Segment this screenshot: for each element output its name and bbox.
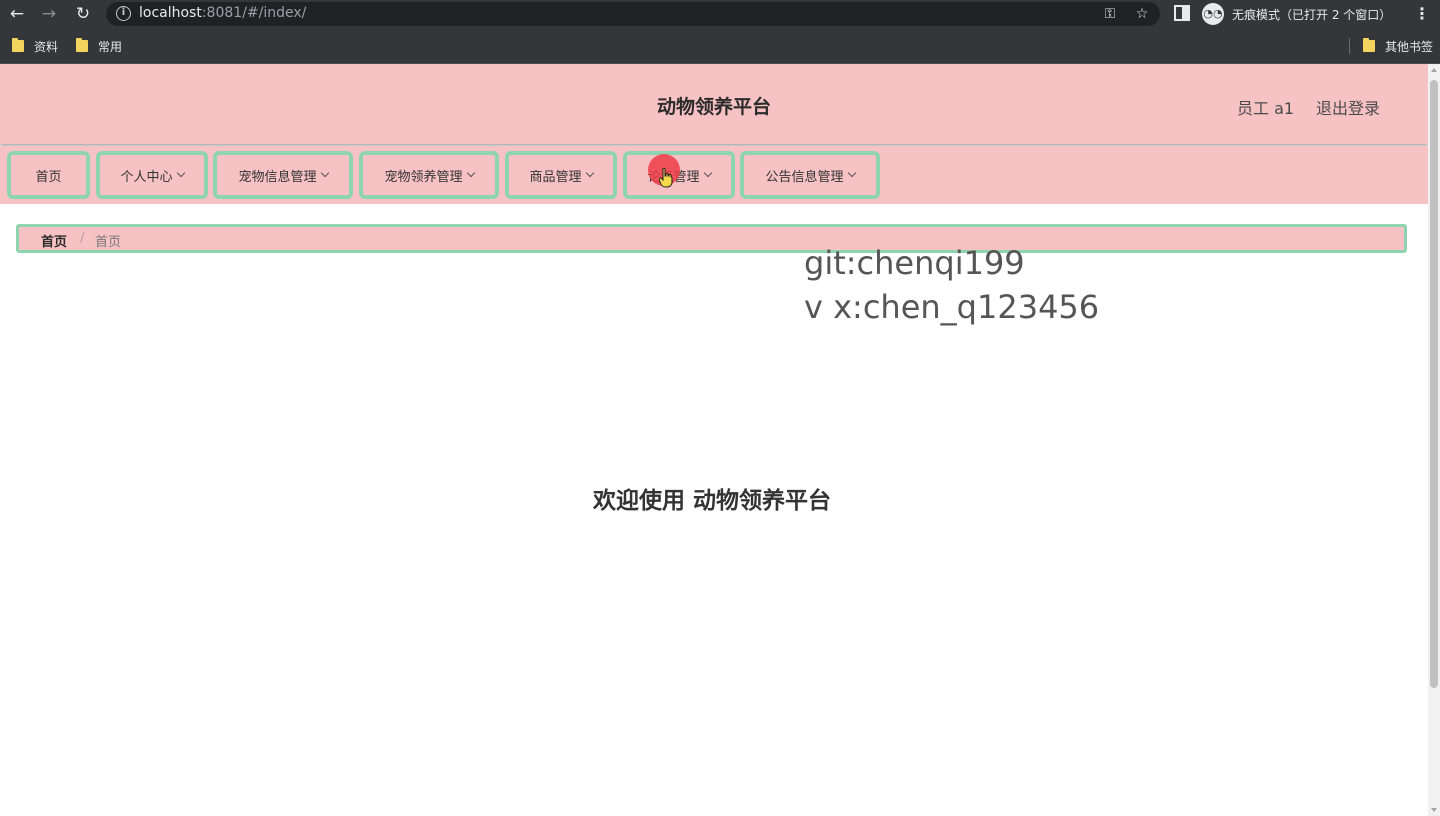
- bookmark-label: 常用: [98, 39, 123, 54]
- scroll-up-arrow-icon[interactable]: [1431, 68, 1437, 72]
- forward-icon[interactable]: →: [38, 3, 60, 25]
- bookmark-label: 资料: [34, 39, 59, 54]
- bookmark-star-icon[interactable]: ☆: [1132, 4, 1152, 24]
- watermark-line-1: git:chenqi199: [804, 244, 1025, 282]
- folder-icon: [76, 38, 88, 52]
- chevron-down-icon: [703, 168, 712, 178]
- hand-cursor-icon: [659, 168, 673, 188]
- breadcrumb-home[interactable]: 首页: [41, 231, 67, 250]
- breadcrumb-separator: /: [80, 231, 85, 246]
- url-host: localhost: [139, 5, 202, 21]
- menu-item-pet-info[interactable]: 宠物信息管理: [213, 151, 353, 199]
- chevron-down-icon: [585, 168, 594, 178]
- menu-label: 个人中心: [120, 169, 173, 185]
- back-icon[interactable]: ←: [6, 3, 28, 25]
- other-bookmarks[interactable]: 其他书签: [1363, 37, 1433, 55]
- reload-icon[interactable]: ↻: [72, 3, 94, 25]
- menu-label: 公告信息管理: [765, 169, 844, 185]
- browser-toolbar: ← → ↻ i localhost:8081/#/index/ ⚿ ☆ ◔◔ 无…: [0, 0, 1440, 28]
- address-bar[interactable]: i localhost:8081/#/index/ ⚿ ☆: [106, 2, 1160, 26]
- scrollbar-thumb[interactable]: [1430, 80, 1438, 688]
- chevron-down-icon: [176, 168, 185, 178]
- incognito-icon: ◔◔: [1202, 3, 1224, 25]
- breadcrumb-current: 首页: [95, 235, 122, 250]
- menu-item-home[interactable]: 首页: [7, 151, 90, 199]
- key-icon[interactable]: ⚿: [1100, 4, 1120, 24]
- browser-menu-icon[interactable]: ⋮: [1414, 3, 1430, 25]
- site-title: 动物领养平台: [656, 96, 771, 118]
- welcome-heading: 欢迎使用 动物领养平台: [592, 488, 831, 514]
- bookmark-folder-资料[interactable]: 资料: [12, 37, 58, 55]
- page-content: 动物领养平台 员工 a1 退出登录 首页 个人中心 宠物信息管理 宠物领养管理 …: [0, 64, 1428, 816]
- scroll-down-arrow-icon[interactable]: [1431, 808, 1437, 812]
- site-info-icon[interactable]: i: [116, 6, 131, 21]
- folder-icon: [1363, 38, 1375, 52]
- chevron-down-icon: [466, 168, 475, 178]
- bookmarks-bar: 资料 常用 其他书签: [0, 28, 1440, 64]
- chevron-down-icon: [847, 168, 856, 178]
- menu-item-announcements[interactable]: 公告信息管理: [740, 151, 880, 199]
- other-bookmarks-label: 其他书签: [1385, 39, 1434, 54]
- chevron-down-icon: [320, 168, 329, 178]
- side-panel-icon[interactable]: [1174, 5, 1190, 21]
- bookmarks-divider: [1349, 38, 1350, 54]
- menu-item-personal-center[interactable]: 个人中心: [96, 151, 208, 199]
- current-user[interactable]: 员工 a1: [1237, 95, 1294, 119]
- page-scrollbar[interactable]: [1428, 64, 1440, 816]
- incognito-indicator[interactable]: ◔◔ 无痕模式（已打开 2 个窗口）: [1202, 2, 1391, 26]
- bookmark-folder-常用[interactable]: 常用: [76, 37, 122, 55]
- url-text[interactable]: localhost:8081/#/index/: [139, 5, 306, 21]
- incognito-label: 无痕模式（已打开 2 个窗口）: [1232, 7, 1392, 22]
- logout-link[interactable]: 退出登录: [1316, 95, 1380, 119]
- main-menu: 首页 个人中心 宠物信息管理 宠物领养管理 商品管理 论坛管理 公告信息管理: [0, 146, 1428, 204]
- folder-icon: [12, 38, 24, 52]
- menu-item-products[interactable]: 商品管理: [505, 151, 617, 199]
- menu-label: 宠物领养管理: [384, 169, 463, 185]
- watermark-line-2: v x:chen_q123456: [804, 288, 1100, 326]
- menu-label: 商品管理: [529, 169, 582, 185]
- menu-item-pet-adoption[interactable]: 宠物领养管理: [359, 151, 499, 199]
- url-path: :8081/#/index/: [201, 5, 307, 21]
- site-header: 动物领养平台 员工 a1 退出登录: [0, 64, 1428, 144]
- menu-label: 宠物信息管理: [238, 169, 317, 185]
- breadcrumb: 首页 / 首页: [16, 224, 1407, 253]
- menu-label: 首页: [35, 169, 62, 185]
